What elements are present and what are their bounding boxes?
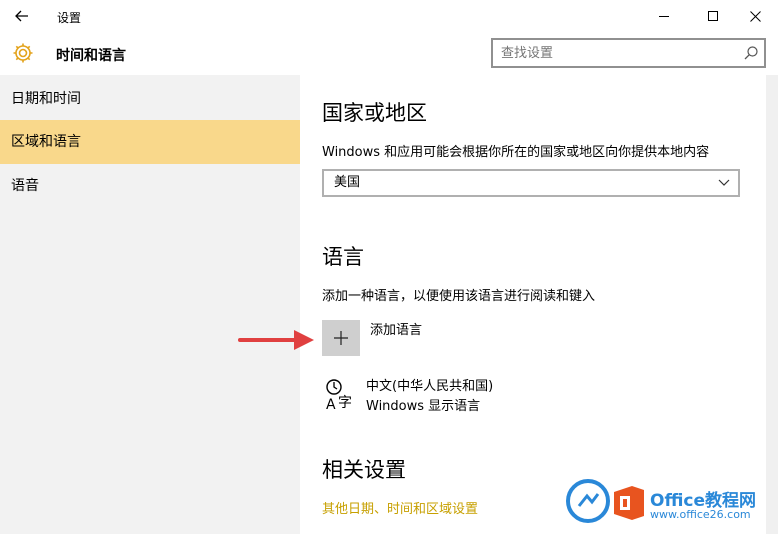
- window-title: 设置: [57, 11, 82, 25]
- language-name[interactable]: 中文(中华人民共和国): [366, 375, 493, 394]
- svg-text:字: 字: [338, 395, 352, 411]
- sidebar-item-region-language[interactable]: 区域和语言: [0, 120, 300, 164]
- page-title: 时间和语言: [56, 48, 126, 64]
- region-heading: 国家或地区: [322, 101, 427, 125]
- maximize-button[interactable]: [690, 0, 736, 32]
- language-icon[interactable]: A 字: [324, 377, 356, 411]
- gear-icon: [13, 43, 33, 63]
- related-settings-heading: 相关设置: [322, 458, 406, 482]
- language-description: 添加一种语言，以便使用该语言进行阅读和键入: [322, 289, 596, 304]
- minimize-button[interactable]: [641, 0, 687, 32]
- maximize-icon: [707, 10, 718, 21]
- scrollbar[interactable]: [766, 75, 778, 534]
- minimize-icon: [658, 15, 669, 17]
- search-box[interactable]: [491, 38, 766, 68]
- add-language-label[interactable]: 添加语言: [370, 319, 422, 338]
- search-icon[interactable]: [743, 45, 759, 61]
- region-description: Windows 和应用可能会根据你所在的国家或地区向你提供本地内容: [322, 145, 710, 160]
- language-subtitle: Windows 显示语言: [366, 399, 481, 414]
- svg-text:A: A: [326, 397, 336, 411]
- search-input[interactable]: [493, 40, 738, 66]
- close-icon: [749, 10, 761, 22]
- watermark-url: www.office26.com: [650, 508, 751, 521]
- language-heading: 语言: [322, 245, 364, 269]
- office-logo-icon: [614, 486, 644, 520]
- region-select-value: 美国: [334, 175, 361, 190]
- sidebar-item-speech[interactable]: 语音: [0, 164, 300, 208]
- title-bar: 设置: [0, 0, 778, 32]
- region-select[interactable]: 美国: [322, 169, 740, 197]
- add-language-button[interactable]: [322, 320, 360, 356]
- back-arrow-icon: [15, 10, 28, 22]
- chevron-down-icon: [718, 179, 730, 186]
- close-button[interactable]: [732, 0, 778, 32]
- app-header: 时间和语言: [0, 32, 300, 74]
- annotation-arrow-icon: [238, 330, 314, 350]
- sidebar: 日期和时间 区域和语言 语音: [0, 75, 300, 534]
- plus-icon: [334, 331, 348, 345]
- watermark-circle-icon: [566, 479, 610, 523]
- back-button[interactable]: [8, 4, 36, 28]
- sidebar-item-date-time[interactable]: 日期和时间: [0, 77, 300, 121]
- main-content: 国家或地区 Windows 和应用可能会根据你所在的国家或地区向你提供本地内容 …: [300, 75, 765, 534]
- other-date-time-region-link[interactable]: 其他日期、时间和区域设置: [322, 498, 478, 517]
